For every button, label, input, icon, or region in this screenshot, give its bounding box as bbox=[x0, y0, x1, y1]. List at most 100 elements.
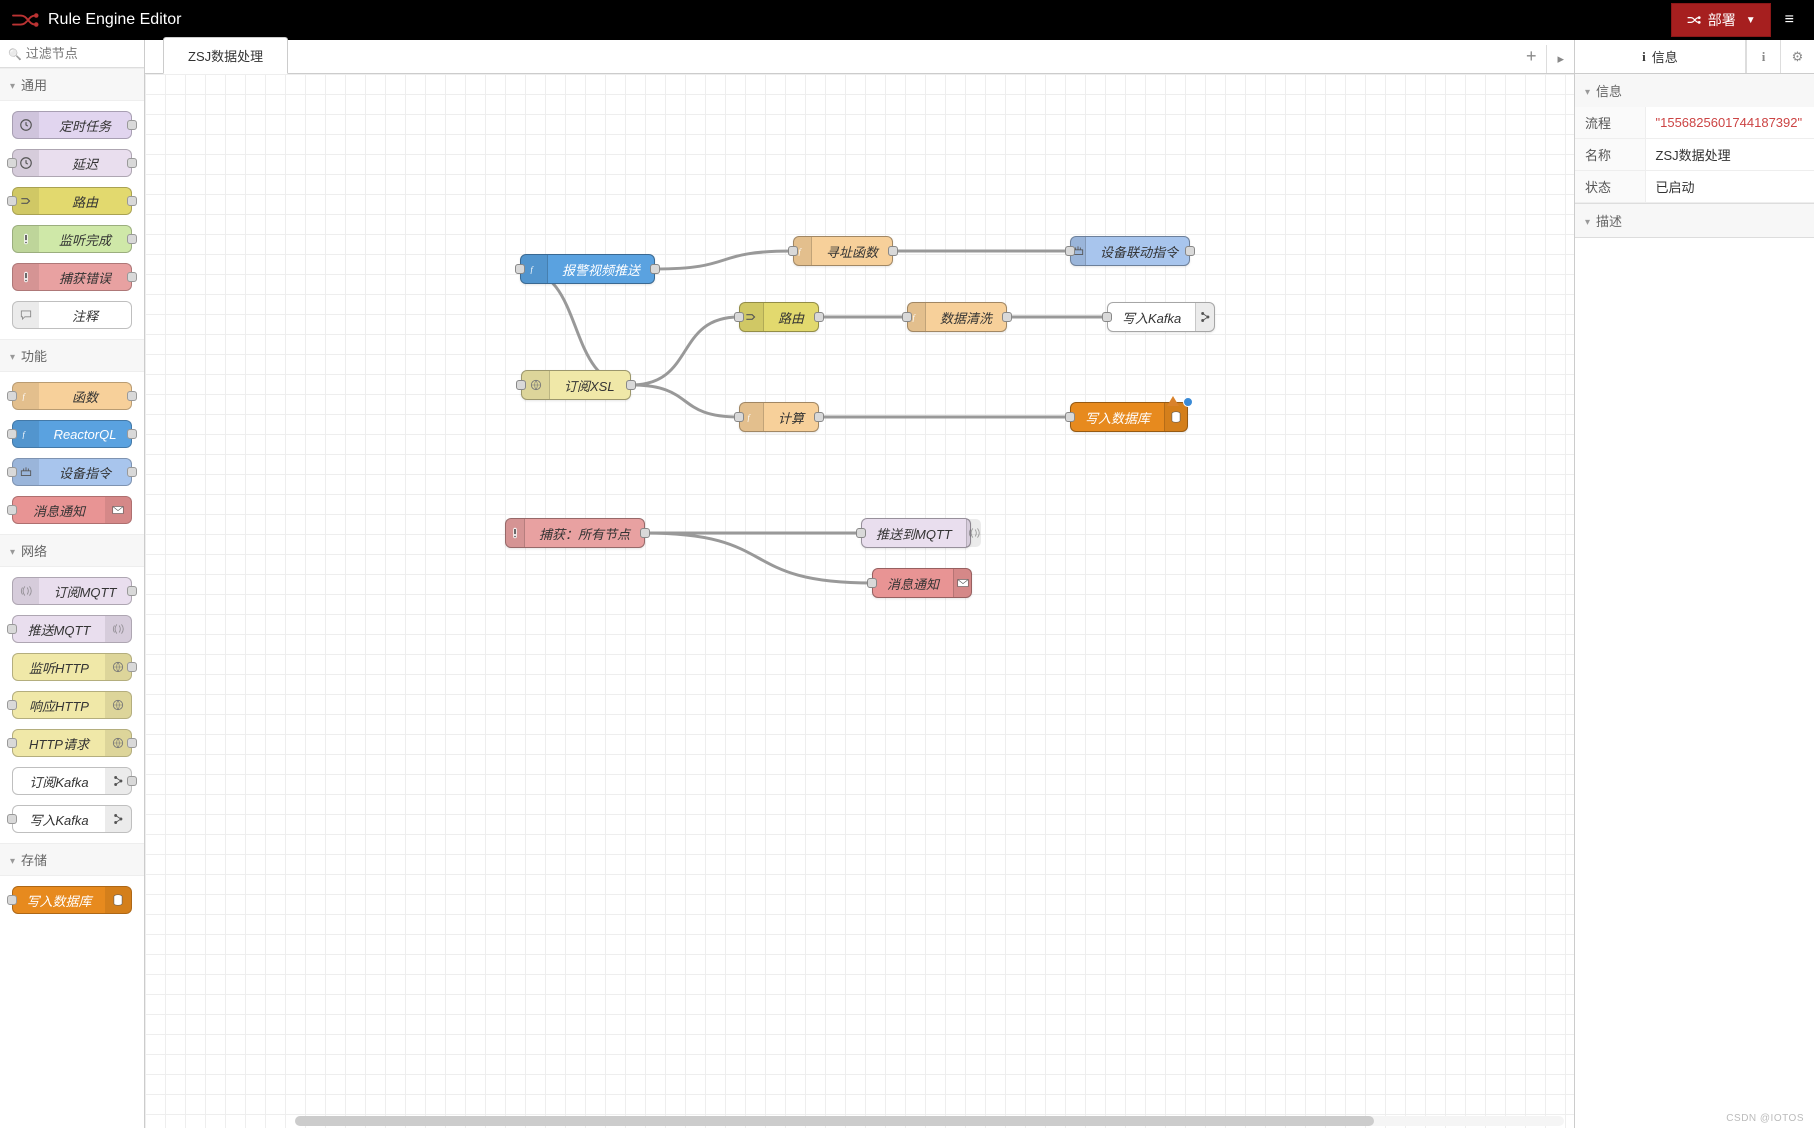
node-input-port[interactable] bbox=[788, 246, 798, 256]
palette-node[interactable]: 推送MQTT bbox=[12, 615, 132, 643]
palette-node-label: 监听完成 bbox=[39, 230, 131, 249]
palette-category-header[interactable]: 功能 bbox=[0, 339, 144, 372]
palette-node[interactable]: 响应HTTP bbox=[12, 691, 132, 719]
sidebar-tabs: i 信息 i ⚙ bbox=[1575, 40, 1814, 74]
add-tab-button[interactable]: + bbox=[1516, 40, 1547, 73]
flow-node[interactable]: f报警视频推送 bbox=[520, 254, 655, 284]
flow-node[interactable]: 设备联动指令 bbox=[1070, 236, 1190, 266]
flow-canvas[interactable]: f报警视频推送 f寻址函数 设备联动指令路由 f 数据清洗 写入Kafka 订阅XSL f计算… bbox=[145, 74, 1574, 1128]
svg-text:f: f bbox=[23, 430, 27, 439]
info-table: 流程"1556825601744187392" 名称ZSJ数据处理 状态已启动 bbox=[1575, 107, 1814, 203]
flow-node[interactable]: 捕获：所有节点 bbox=[505, 518, 645, 548]
tabs-expand-button[interactable]: ▸ bbox=[1546, 45, 1574, 73]
flow-node[interactable]: 订阅XSL bbox=[521, 370, 631, 400]
flow-node[interactable]: 写入数据库 bbox=[1070, 402, 1188, 432]
palette-node[interactable]: 设备指令 bbox=[12, 458, 132, 486]
palette-node[interactable]: 注释 bbox=[12, 301, 132, 329]
canvas-h-scrollbar[interactable] bbox=[295, 1116, 1564, 1126]
node-port bbox=[127, 467, 137, 477]
node-input-port[interactable] bbox=[902, 312, 912, 322]
palette-node[interactable]: 消息通知 bbox=[12, 496, 132, 524]
palette-node[interactable]: f函数 bbox=[12, 382, 132, 410]
flow-node[interactable]: 写入Kafka bbox=[1107, 302, 1215, 332]
main-menu-button[interactable]: ≡ bbox=[1775, 3, 1804, 37]
node-output-port[interactable] bbox=[888, 246, 898, 256]
flow-node[interactable]: 消息通知 bbox=[872, 568, 972, 598]
node-port bbox=[7, 505, 17, 515]
flow-node[interactable]: f计算 bbox=[739, 402, 819, 432]
sidebar-section-info-header[interactable]: 信息 bbox=[1575, 74, 1814, 107]
flow-wire[interactable] bbox=[645, 533, 872, 583]
palette-category-header[interactable]: 网络 bbox=[0, 534, 144, 567]
node-port bbox=[7, 738, 17, 748]
palette-search[interactable] bbox=[0, 40, 144, 68]
node-output-port[interactable] bbox=[1185, 246, 1195, 256]
sidebar-tab-info[interactable]: i 信息 bbox=[1575, 40, 1746, 73]
exclaim-icon bbox=[13, 264, 39, 290]
flow-wire[interactable] bbox=[631, 317, 739, 385]
node-port bbox=[127, 429, 137, 439]
tab-active[interactable]: ZSJ数据处理 bbox=[163, 37, 288, 74]
row-flow-label: 流程 bbox=[1575, 107, 1645, 139]
flow-node[interactable]: 推送到MQTT bbox=[861, 518, 971, 548]
sidebar-tab-help[interactable]: i bbox=[1746, 40, 1780, 73]
globe-icon bbox=[105, 692, 131, 718]
signal-icon bbox=[13, 578, 39, 604]
palette-category-header[interactable]: 存储 bbox=[0, 843, 144, 876]
node-input-port[interactable] bbox=[1065, 246, 1075, 256]
palette-node[interactable]: 写入数据库 bbox=[12, 886, 132, 914]
node-input-port[interactable] bbox=[867, 578, 877, 588]
node-input-port[interactable] bbox=[515, 264, 525, 274]
flow-node[interactable]: 路由 bbox=[739, 302, 819, 332]
workspace: 通用定时任务延迟路由监听完成捕获错误注释功能f函数fReactorQL设备指令消… bbox=[0, 40, 1814, 1128]
flow-node-label: 捕获：所有节点 bbox=[525, 524, 644, 543]
node-output-port[interactable] bbox=[626, 380, 636, 390]
node-input-port[interactable] bbox=[1102, 312, 1112, 322]
palette-node[interactable]: 路由 bbox=[12, 187, 132, 215]
palette-category-header[interactable]: 通用 bbox=[0, 68, 144, 101]
node-input-port[interactable] bbox=[1065, 412, 1075, 422]
node-input-port[interactable] bbox=[734, 312, 744, 322]
canvas-area: ZSJ数据处理 + ▸ f报警视频推送 f寻址函数 设备联动指令路由 f 数据清洗 写入K… bbox=[145, 40, 1574, 1128]
flow-node[interactable]: f寻址函数 bbox=[793, 236, 893, 266]
kafka-icon bbox=[105, 806, 131, 832]
palette-node-label: 函数 bbox=[39, 387, 131, 406]
flow-node-label: 数据清洗 bbox=[926, 308, 1006, 327]
node-input-port[interactable] bbox=[516, 380, 526, 390]
node-input-port[interactable] bbox=[856, 528, 866, 538]
node-output-port[interactable] bbox=[650, 264, 660, 274]
svg-text:f: f bbox=[913, 313, 917, 322]
svg-text:f: f bbox=[799, 247, 803, 256]
flow-wire[interactable] bbox=[631, 385, 739, 417]
flow-wire[interactable] bbox=[520, 269, 631, 385]
node-output-port[interactable] bbox=[640, 528, 650, 538]
palette-node[interactable]: 定时任务 bbox=[12, 111, 132, 139]
node-port bbox=[127, 662, 137, 672]
node-input-port[interactable] bbox=[734, 412, 744, 422]
sidebar-section-desc-header[interactable]: 描述 bbox=[1575, 204, 1814, 237]
palette-node[interactable]: 捕获错误 bbox=[12, 263, 132, 291]
node-port bbox=[127, 776, 137, 786]
node-port bbox=[127, 586, 137, 596]
palette-node[interactable]: fReactorQL bbox=[12, 420, 132, 448]
palette-node[interactable]: 监听完成 bbox=[12, 225, 132, 253]
palette-node[interactable]: 监听HTTP bbox=[12, 653, 132, 681]
palette-node[interactable]: 订阅Kafka bbox=[12, 767, 132, 795]
palette-node[interactable]: 写入Kafka bbox=[12, 805, 132, 833]
node-output-port[interactable] bbox=[1002, 312, 1012, 322]
app-title: Rule Engine Editor bbox=[48, 11, 181, 29]
palette-node[interactable]: 延迟 bbox=[12, 149, 132, 177]
node-output-port[interactable] bbox=[814, 312, 824, 322]
node-output-port[interactable] bbox=[814, 412, 824, 422]
app-header: Rule Engine Editor 部署 ▼ ≡ bbox=[0, 0, 1814, 40]
flow-wire[interactable] bbox=[655, 251, 793, 269]
sidebar-tab-config[interactable]: ⚙ bbox=[1780, 40, 1814, 73]
deploy-button[interactable]: 部署 ▼ bbox=[1671, 3, 1771, 37]
palette-node[interactable]: 订阅MQTT bbox=[12, 577, 132, 605]
changed-badge-icon bbox=[1183, 397, 1193, 407]
node-port bbox=[7, 814, 17, 824]
palette-search-input[interactable] bbox=[26, 46, 136, 61]
palette-node[interactable]: HTTP请求 bbox=[12, 729, 132, 757]
warning-badge-icon bbox=[1167, 396, 1179, 406]
flow-node[interactable]: f 数据清洗 bbox=[907, 302, 1007, 332]
